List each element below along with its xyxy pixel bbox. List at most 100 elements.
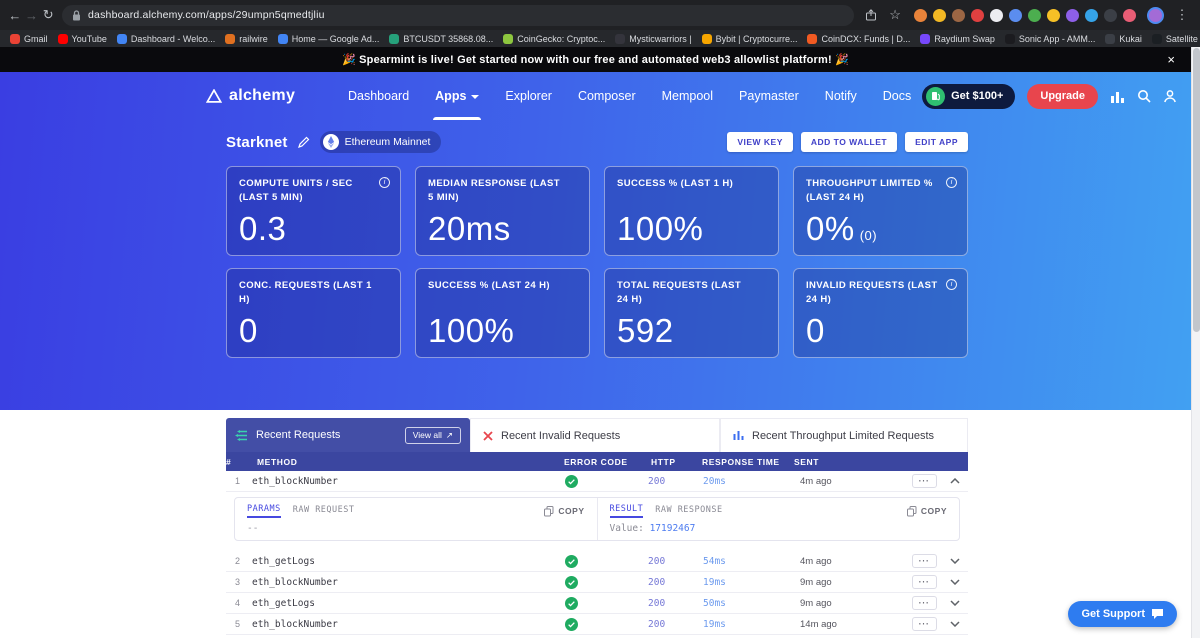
alchemy-logo[interactable]: alchemy — [206, 72, 295, 120]
chevron-up-icon[interactable] — [942, 478, 968, 484]
copy-icon — [906, 505, 917, 516]
extension-icon[interactable] — [1123, 8, 1137, 22]
edit-title-icon[interactable] — [297, 136, 310, 148]
tab-recent-requests[interactable]: Recent Requests View all ↗ — [226, 418, 470, 452]
back-icon[interactable]: ← — [8, 8, 22, 23]
row-menu-button[interactable]: ⋯ — [911, 575, 937, 589]
method-name: eth_blockNumber — [252, 475, 338, 487]
table-row[interactable]: 4 eth_getLogs 200 50ms 9m ago ⋯ — [226, 593, 968, 614]
nav-item[interactable]: Explorer — [505, 72, 552, 120]
upgrade-button[interactable]: Upgrade — [1027, 83, 1098, 109]
column-header: HTTP — [651, 456, 676, 467]
extension-icon[interactable] — [1009, 8, 1023, 22]
bookmark-item[interactable]: Gmail — [10, 33, 48, 44]
http-code: 200 — [648, 475, 666, 487]
tab-recent-throughput-limited[interactable]: Recent Throughput Limited Requests — [720, 418, 968, 452]
nav-item-label: Dashboard — [348, 89, 410, 103]
app-action-button[interactable]: ADD TO WALLET — [800, 132, 898, 152]
nav-item[interactable]: Mempool — [662, 72, 713, 120]
bookmark-item[interactable]: YouTube — [57, 33, 107, 44]
raw-request-tab[interactable]: RAW REQUEST — [293, 505, 355, 517]
bookmark-item[interactable]: Dashboard - Welco... — [116, 33, 215, 44]
metric-label: COMPUTE UNITS / SEC (LAST 5 MIN) — [239, 178, 353, 204]
table-row[interactable]: 2 eth_getLogs 200 54ms 4m ago ⋯ — [226, 551, 968, 572]
row-menu-button[interactable]: ⋯ — [911, 554, 937, 568]
info-icon[interactable] — [946, 177, 957, 188]
extension-icon[interactable] — [990, 8, 1004, 22]
result-tab[interactable]: RESULT — [609, 504, 644, 518]
view-all-button[interactable]: View all ↗ — [404, 426, 461, 444]
extension-icon[interactable] — [952, 8, 966, 22]
ethereum-icon — [322, 134, 339, 150]
get-credits-button[interactable]: Get $100+ — [922, 83, 1016, 109]
stats-icon[interactable] — [1110, 90, 1125, 103]
extension-icon[interactable] — [914, 8, 928, 22]
get-support-button[interactable]: Get Support — [1068, 601, 1177, 627]
browser-menu-icon[interactable]: ⋮ — [1172, 7, 1192, 23]
chevron-down-icon[interactable] — [942, 621, 968, 627]
value-label: Value: — [609, 523, 644, 534]
bookmark-item[interactable]: BTCUSDT 35868.08... — [389, 33, 493, 44]
extension-icon[interactable] — [1028, 8, 1042, 22]
params-tab[interactable]: PARAMS — [247, 504, 281, 518]
table-row[interactable]: 5 eth_blockNumber 200 19ms 14m ago ⋯ — [226, 614, 968, 635]
bookmark-item[interactable]: Kukai — [1105, 33, 1142, 44]
raw-response-tab[interactable]: RAW RESPONSE — [655, 505, 722, 517]
success-check-icon — [560, 554, 644, 568]
copy-request-button[interactable]: COPY — [544, 505, 584, 517]
info-icon[interactable] — [379, 177, 390, 188]
alchemy-logo-icon — [206, 89, 222, 103]
tab-recent-invalid-requests[interactable]: Recent Invalid Requests — [470, 418, 720, 452]
chevron-down-icon[interactable] — [942, 558, 968, 564]
table-row[interactable]: 1 eth_blockNumber 200 20ms 4m ago ⋯ — [226, 471, 968, 492]
bookmark-item[interactable]: Raydium Swap — [920, 33, 995, 44]
nav-item[interactable]: Apps — [433, 72, 482, 120]
bookmark-item[interactable]: Sonic App - AMM... — [1004, 33, 1095, 44]
row-menu-button[interactable]: ⋯ — [911, 474, 937, 488]
extension-icon[interactable] — [971, 8, 985, 22]
row-menu-button[interactable]: ⋯ — [911, 596, 937, 610]
reload-icon[interactable]: ↻ — [41, 7, 55, 23]
bookmark-star-icon[interactable]: ☆ — [885, 7, 905, 23]
search-icon[interactable] — [1137, 89, 1151, 103]
row-menu-button[interactable]: ⋯ — [911, 617, 937, 631]
scrollbar[interactable] — [1191, 47, 1200, 638]
bookmark-item[interactable]: Bybit | Cryptocurre... — [701, 33, 797, 44]
address-bar[interactable]: dashboard.alchemy.com/apps/29umpn5qmedtj… — [62, 4, 855, 26]
bookmark-item[interactable]: Mysticwarriors | — [615, 33, 692, 44]
nav-item[interactable]: Paymaster — [739, 72, 799, 120]
extension-icon[interactable] — [1047, 8, 1061, 22]
invalid-icon — [483, 430, 493, 441]
bookmark-item[interactable]: Home — Google Ad... — [277, 33, 379, 44]
bookmark-item[interactable]: CoinGecko: Cryptoc... — [503, 33, 605, 44]
table-row[interactable]: 3 eth_blockNumber 200 19ms 9m ago ⋯ — [226, 572, 968, 593]
chevron-down-icon[interactable] — [942, 600, 968, 606]
nav-item[interactable]: Notify — [825, 72, 857, 120]
requests-section: Recent Requests View all ↗ Recent Invali… — [0, 410, 1191, 638]
share-icon[interactable] — [865, 9, 877, 21]
nav-item[interactable]: Docs — [883, 72, 911, 120]
close-icon[interactable]: × — [1167, 53, 1175, 66]
bookmark-item[interactable]: CoinDCX: Funds | D... — [807, 33, 910, 44]
nav-item[interactable]: Composer — [578, 72, 636, 120]
nav-item[interactable]: Dashboard — [348, 72, 409, 120]
extension-icon[interactable] — [933, 8, 947, 22]
chevron-down-icon[interactable] — [942, 579, 968, 585]
app-action-button[interactable]: VIEW KEY — [727, 132, 793, 152]
row-number: 3 — [235, 577, 241, 587]
bookmark-item[interactable]: railwire — [225, 33, 268, 44]
nav-item-label: Mempool — [661, 89, 714, 103]
info-icon[interactable] — [946, 279, 957, 290]
bookmark-item[interactable]: Satellite by Axelar — [1151, 33, 1200, 44]
scrollbar-thumb[interactable] — [1193, 48, 1200, 332]
extension-icon[interactable] — [1066, 8, 1080, 22]
view-all-label: View all — [412, 430, 442, 440]
copy-response-button[interactable]: COPY — [906, 505, 947, 517]
extension-icon[interactable] — [1104, 8, 1118, 22]
profile-avatar[interactable] — [1147, 6, 1165, 24]
forward-icon[interactable]: → — [25, 8, 39, 23]
extension-icon[interactable] — [1085, 8, 1099, 22]
method-name: eth_getLogs — [252, 555, 315, 567]
user-icon[interactable] — [1163, 89, 1177, 103]
app-action-button[interactable]: EDIT APP — [905, 132, 968, 152]
